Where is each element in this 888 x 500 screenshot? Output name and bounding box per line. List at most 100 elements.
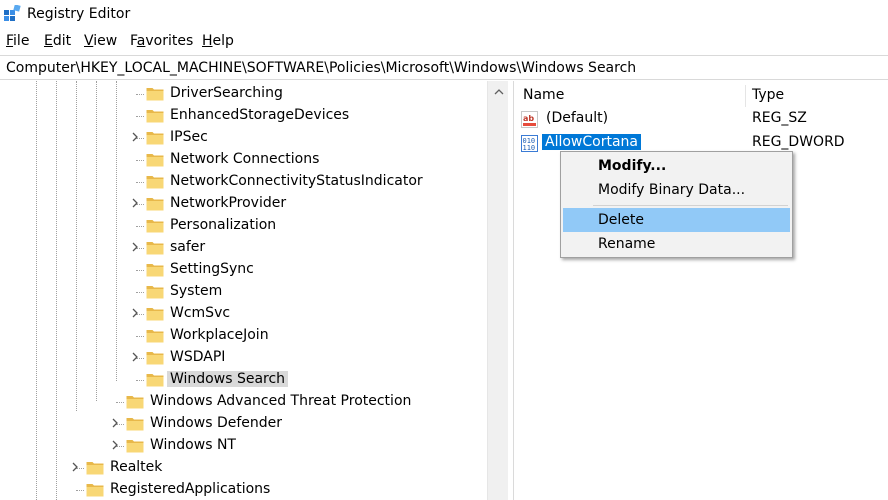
menu-edit-rest: dit [52, 33, 72, 49]
menu-edit[interactable]: Edit [44, 33, 71, 49]
menu-item-modify-binary[interactable]: Modify Binary Data... [563, 178, 790, 202]
menu-help-mnemonic: H [202, 33, 213, 49]
menu-favorites[interactable]: Favorites [130, 33, 193, 49]
folder-icon [146, 88, 164, 101]
folder-icon [146, 176, 164, 189]
menu-view-mnemonic: V [84, 33, 94, 49]
chevron-right-icon[interactable] [130, 308, 140, 318]
address-path[interactable]: Computer\HKEY_LOCAL_MACHINE\SOFTWARE\Pol… [6, 60, 636, 76]
menu-item-modify[interactable]: Modify... [563, 154, 790, 178]
chevron-right-icon[interactable] [130, 132, 140, 142]
tree-item-label: WorkplaceJoin [170, 327, 269, 343]
tree-item[interactable]: Windows Search [0, 369, 487, 391]
binary-value-icon: 010 110 [521, 135, 538, 152]
tree-item-label: Network Connections [170, 151, 320, 167]
scroll-up-button[interactable] [488, 81, 509, 102]
folder-icon [86, 462, 104, 475]
key-tree[interactable]: DriverSearching EnhancedStorageDevices IPS… [0, 81, 508, 500]
tree-item-label: safer [170, 239, 206, 255]
menu-view-rest: iew [93, 33, 118, 49]
tree-item[interactable]: safer [0, 237, 487, 259]
tree-item[interactable]: WcmSvc [0, 303, 487, 325]
tree-item-label: EnhancedStorageDevices [170, 107, 350, 123]
tree-item[interactable]: SettingSync [0, 259, 487, 281]
folder-icon [126, 418, 144, 431]
tree-connector [116, 402, 124, 403]
tree-item-label: Realtek [110, 459, 163, 475]
chevron-right-icon[interactable] [130, 198, 140, 208]
folder-icon [146, 242, 164, 255]
column-divider[interactable] [745, 85, 746, 107]
tree-connector [136, 380, 144, 381]
tree-item[interactable]: Personalization [0, 215, 487, 237]
tree-connector [76, 490, 84, 491]
pane-splitter[interactable] [508, 81, 514, 500]
value-name: AllowCortana [542, 134, 641, 150]
folder-icon [146, 110, 164, 123]
folder-icon [86, 484, 104, 497]
folder-icon [146, 352, 164, 365]
tree-item-label: RegisteredApplications [110, 481, 271, 497]
address-bar[interactable]: Computer\HKEY_LOCAL_MACHINE\SOFTWARE\Pol… [0, 55, 888, 80]
tree-item[interactable]: DriverSearching [0, 83, 487, 105]
chevron-right-icon[interactable] [110, 440, 120, 450]
tree-connector [136, 292, 144, 293]
tree-scrollbar[interactable] [487, 81, 508, 500]
tree-item[interactable]: Windows Defender [0, 413, 487, 435]
folder-icon [146, 198, 164, 211]
chevron-right-icon[interactable] [110, 418, 120, 428]
tree-connector [136, 270, 144, 271]
tree-item[interactable]: Windows Advanced Threat Protection [0, 391, 487, 413]
tree-item[interactable]: Network Connections [0, 149, 487, 171]
tree-item[interactable]: EnhancedStorageDevices [0, 105, 487, 127]
tree-connector [136, 336, 144, 337]
tree-item[interactable]: Windows NT [0, 435, 487, 457]
menu-item-rename[interactable]: Rename [563, 232, 790, 256]
tree-item[interactable]: System [0, 281, 487, 303]
column-header-name[interactable]: Name [523, 87, 564, 103]
chevron-right-icon[interactable] [130, 352, 140, 362]
tree-item[interactable]: Realtek [0, 457, 487, 479]
folder-icon [146, 286, 164, 299]
tree-item[interactable]: WSDAPI [0, 347, 487, 369]
menu-item-label: Modify Binary Data... [598, 182, 746, 198]
menu-file-mnemonic: F [6, 33, 14, 49]
folder-icon [126, 440, 144, 453]
value-type: REG_SZ [752, 110, 807, 126]
tree-item-label: IPSec [170, 129, 208, 145]
menu-help-rest: elp [212, 33, 234, 49]
chevron-up-icon [494, 88, 503, 94]
window-title: Registry Editor [27, 6, 131, 22]
menu-help[interactable]: Help [202, 33, 234, 49]
tree-connector [136, 160, 144, 161]
tree-item-label: WcmSvc [170, 305, 231, 321]
menu-file[interactable]: File [6, 33, 29, 49]
folder-icon [146, 220, 164, 233]
tree-item[interactable]: IPSec [0, 127, 487, 149]
chevron-right-icon[interactable] [70, 462, 80, 472]
folder-icon [146, 308, 164, 321]
folder-icon [126, 396, 144, 409]
value-list[interactable]: Name Type ab (Default) REG_SZ 010 110 Al… [515, 81, 888, 500]
tree-item[interactable]: NetworkProvider [0, 193, 487, 215]
tree-item[interactable]: NetworkConnectivityStatusIndicator [0, 171, 487, 193]
column-header-type[interactable]: Type [752, 87, 784, 103]
tree-item-label: WSDAPI [170, 349, 226, 365]
menu-item-delete[interactable]: Delete [563, 208, 790, 232]
value-type: REG_DWORD [752, 134, 845, 150]
svg-text:ab: ab [523, 114, 534, 123]
folder-icon [146, 374, 164, 387]
tree-item[interactable]: WorkplaceJoin [0, 325, 487, 347]
tree-item[interactable]: RegisteredApplications [0, 479, 487, 500]
tree-item-label: NetworkProvider [170, 195, 287, 211]
tree-connector [136, 182, 144, 183]
menu-view[interactable]: View [84, 33, 117, 49]
menu-bar: File Edit View Favorites Help [0, 30, 888, 54]
tree-item-label: System [170, 283, 223, 299]
chevron-right-icon[interactable] [130, 242, 140, 252]
value-row-default[interactable]: ab (Default) REG_SZ [520, 108, 880, 130]
string-value-icon: ab [521, 111, 538, 128]
folder-icon [146, 264, 164, 277]
tree-connector [136, 94, 144, 95]
menu-favorites-rest: vorites [145, 33, 194, 49]
